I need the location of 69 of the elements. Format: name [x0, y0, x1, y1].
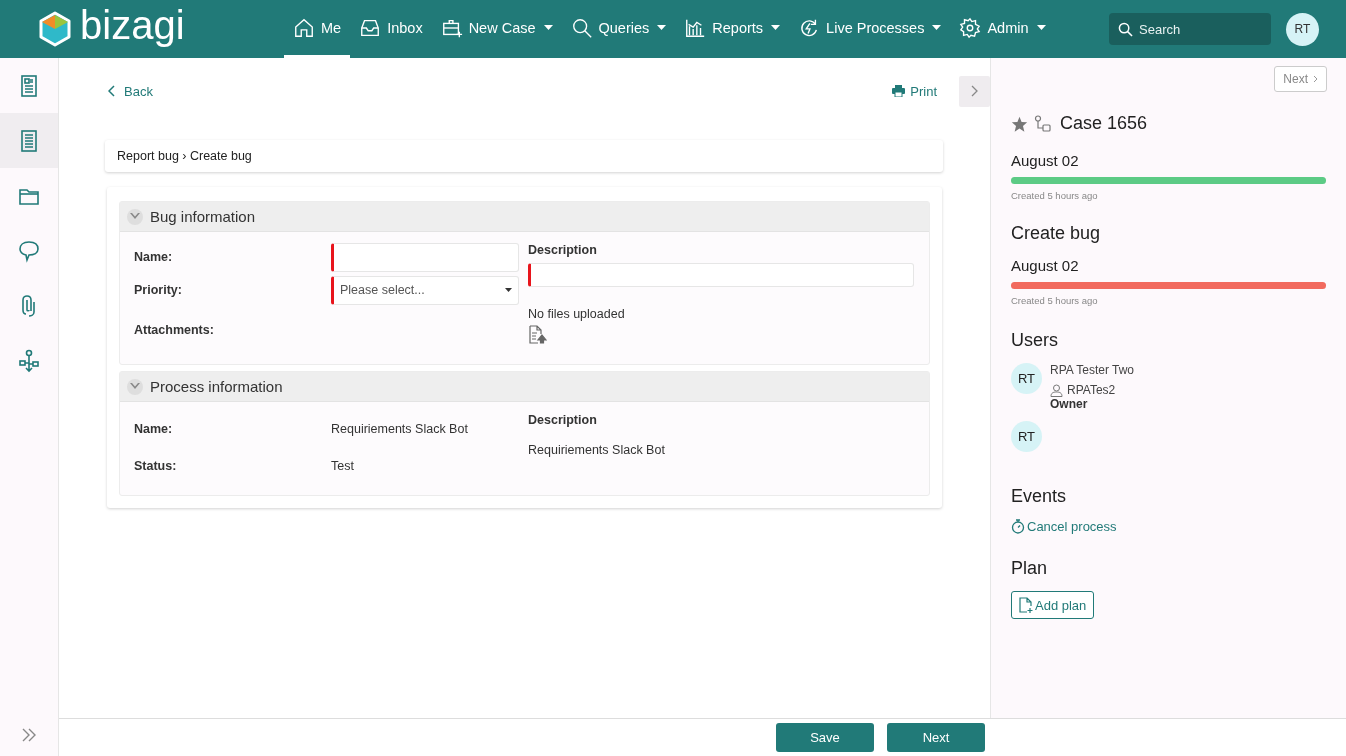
task-title: Create bug: [1011, 223, 1102, 244]
upload-file-icon[interactable]: [528, 325, 547, 344]
section-header[interactable]: Process information: [120, 372, 929, 402]
plan-heading: Plan: [1011, 558, 1049, 579]
users-heading: Users: [1011, 330, 1059, 351]
save-button[interactable]: Save: [776, 723, 874, 752]
field-label: Name:: [134, 422, 174, 436]
field-value: Requiriements Slack Bot: [331, 422, 468, 436]
user-name: RPA Tester Two: [1050, 363, 1135, 377]
nav-tab[interactable]: Reports: [675, 0, 790, 58]
user-avatar[interactable]: RT: [1286, 12, 1319, 46]
sidebar-item[interactable]: [0, 113, 58, 168]
list-icon: [18, 128, 40, 153]
field-label: Description: [528, 243, 598, 257]
star-icon[interactable]: [1011, 115, 1028, 132]
user-login: RPATes2: [1067, 383, 1116, 397]
caret-icon: [505, 288, 512, 292]
printer-icon: [892, 85, 906, 97]
add-plan-button[interactable]: Add plan: [1011, 591, 1095, 619]
logo-icon: [38, 11, 72, 47]
field-label: Attachments:: [134, 323, 215, 337]
upload-status: No files uploaded: [528, 307, 626, 321]
search-field[interactable]: Search: [1109, 13, 1271, 45]
nav-tab[interactable]: Admin: [950, 0, 1055, 58]
expand-icon[interactable]: [21, 728, 37, 742]
logo-wordmark: bizagi: [80, 5, 185, 45]
due-date: August 02: [1011, 257, 1080, 274]
field-value: Requiriements Slack Bot: [528, 443, 666, 457]
event-link[interactable]: Cancel process: [1011, 519, 1326, 534]
breadcrumb: Report bug › Create bug: [105, 140, 943, 172]
next-button[interactable]: Next: [887, 723, 985, 752]
field-label: Priority:: [134, 283, 183, 297]
section-header[interactable]: Bug information: [120, 202, 929, 232]
nav-tab[interactable]: Inbox: [350, 0, 432, 58]
chat-icon: [18, 238, 40, 263]
collapse-panel-button[interactable]: [959, 75, 990, 107]
field-value: Test: [331, 459, 354, 473]
created-time: Created 5 hours ago: [1011, 295, 1099, 306]
print-link[interactable]: Print: [892, 83, 937, 99]
gear-icon: [959, 16, 982, 39]
created-time: Created 5 hours ago: [1011, 190, 1099, 201]
chevron-right-icon: [970, 85, 979, 97]
chevron-right-icon: [1313, 75, 1318, 83]
priority-select[interactable]: Please select...: [331, 275, 519, 305]
nav-tab[interactable]: New Case: [431, 0, 562, 58]
home-icon: [293, 16, 315, 39]
chevron-left-icon: [108, 85, 116, 97]
description-input[interactable]: [528, 263, 914, 287]
user-role: Owner: [1050, 397, 1089, 411]
field-label: Name:: [134, 250, 174, 264]
user-avatar: RT: [1011, 421, 1042, 452]
due-date: August 02: [1011, 152, 1080, 169]
field-label: Description: [528, 413, 598, 427]
document-icon: [18, 73, 40, 98]
back-link[interactable]: Back: [108, 83, 153, 99]
search-icon: [570, 16, 593, 39]
field-label: Status:: [134, 459, 178, 473]
stopwatch-icon: [1011, 519, 1025, 534]
nav-tab[interactable]: Live Processes: [789, 0, 951, 58]
name-input[interactable]: [331, 242, 519, 272]
process-icon: [1034, 114, 1052, 133]
add-file-icon: [1019, 597, 1033, 613]
events-heading: Events: [1011, 486, 1068, 507]
flowchart-icon: [18, 348, 40, 373]
case-title: Case 1656: [1060, 113, 1148, 134]
person-icon: [1050, 383, 1063, 397]
user-avatar: RT: [1011, 363, 1042, 394]
nav-tab[interactable]: Queries: [561, 0, 676, 58]
next-case-button[interactable]: Next: [1274, 66, 1327, 92]
